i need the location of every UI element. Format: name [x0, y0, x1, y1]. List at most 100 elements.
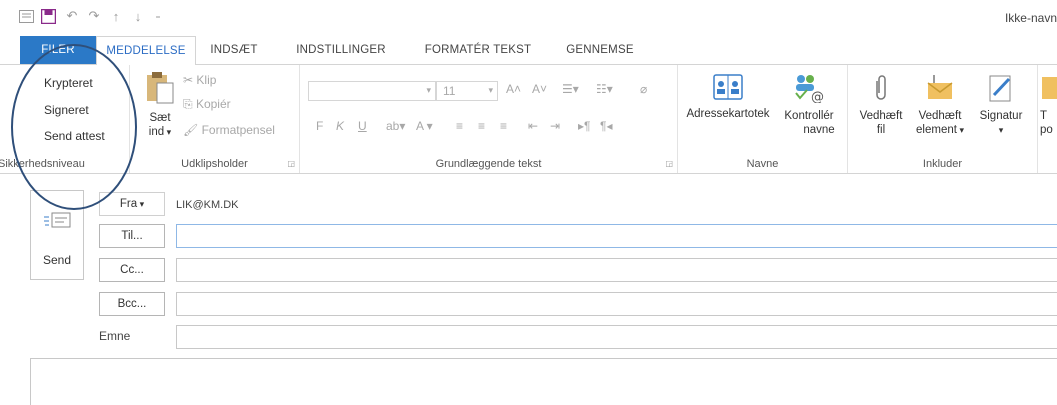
cc-field[interactable]: [176, 258, 1057, 282]
italic-button[interactable]: K: [336, 119, 344, 133]
from-button[interactable]: Fra ▾: [99, 192, 165, 216]
attach-item-label-2: element: [916, 124, 957, 136]
chevron-down-icon: ▾: [488, 85, 493, 95]
address-book-label: Adressekartotek: [686, 108, 770, 120]
previous-item-icon[interactable]: ↑: [108, 8, 124, 24]
cutoff-group: T po: [1038, 65, 1057, 173]
attach-item-button[interactable]: Vedhæft element ▾: [910, 73, 970, 137]
scissors-icon: ✂: [183, 73, 194, 87]
save-icon[interactable]: [40, 8, 56, 24]
attach-item-label-1: Vedhæft: [918, 110, 962, 122]
bcc-button[interactable]: Bcc...: [99, 292, 165, 316]
message-body[interactable]: [30, 358, 1057, 405]
format-painter-icon: 🖌: [183, 123, 199, 137]
tab-message[interactable]: MEDDELELSE: [96, 36, 196, 65]
cutoff-label-2: po: [1040, 124, 1053, 136]
include-group: Vedhæft fil Vedhæft element ▾ Signatur ▾…: [848, 65, 1038, 173]
include-group-label: Inkluder: [922, 158, 963, 170]
basic-text-launcher-icon[interactable]: ◲: [665, 159, 673, 168]
align-left-icon[interactable]: ≡: [456, 119, 463, 133]
check-names-button[interactable]: @ Kontrollér navne: [776, 73, 842, 137]
address-book-button[interactable]: Adressekartotek: [682, 73, 774, 121]
clipboard-group: Sæt ind ▾ ✂ Klip ⎘ Kopiér 🖌 Formatpensel…: [130, 65, 300, 173]
subject-field[interactable]: [176, 325, 1057, 349]
ribbon: Krypteret Signeret Send attest Sikkerhed…: [0, 64, 1057, 174]
from-address: LIK@KM.DK: [176, 199, 239, 211]
check-names-label-2: navne: [803, 124, 835, 136]
increase-indent-icon[interactable]: ⇥: [550, 119, 560, 133]
send-label: Send: [42, 253, 72, 267]
paperclip-icon: [876, 75, 886, 100]
chevron-down-icon: ▾: [426, 85, 431, 95]
cut-button[interactable]: ✂ Klip: [183, 73, 216, 87]
ribbon-tabs: FILER MEDDELELSE INDSÆT INDSTILLINGER FO…: [0, 36, 1057, 65]
format-painter-label: Formatpensel: [201, 123, 275, 137]
to-field[interactable]: [176, 224, 1057, 248]
paste-label-2: ind: [148, 126, 165, 138]
tab-insert[interactable]: INDSÆT: [200, 36, 268, 64]
attach-file-label-1: Vedhæft: [859, 110, 903, 122]
next-item-icon[interactable]: ↓: [130, 8, 146, 24]
highlight-icon[interactable]: ab▾: [386, 119, 405, 133]
basic-text-group-label: Grundlæggende tekst: [435, 158, 542, 170]
names-group: Adressekartotek @ Kontrollér navne Navne: [678, 65, 848, 173]
undo-icon[interactable]: ↶: [64, 8, 80, 24]
font-color-icon[interactable]: A ▾: [416, 119, 433, 133]
ltr-icon[interactable]: ▸¶: [578, 119, 590, 133]
font-size-combo[interactable]: 11 ▾: [436, 81, 498, 101]
align-center-icon[interactable]: ≡: [478, 119, 485, 133]
signature-label: Signatur: [979, 110, 1023, 122]
svg-text:@: @: [811, 90, 824, 103]
signature-icon: [989, 75, 1011, 102]
signature-button[interactable]: Signatur ▾: [972, 73, 1030, 137]
cc-button[interactable]: Cc...: [99, 258, 165, 282]
tab-review[interactable]: GENNEMSE: [556, 36, 644, 64]
grow-font-icon[interactable]: A˄: [506, 82, 521, 96]
decrease-indent-icon[interactable]: ⇤: [528, 119, 538, 133]
tab-file[interactable]: FILER: [20, 36, 96, 64]
bullets-icon[interactable]: ☰▾: [562, 82, 579, 96]
outlook-app-icon[interactable]: [18, 8, 34, 24]
attach-file-button[interactable]: Vedhæft fil: [854, 73, 908, 137]
clipboard-group-label: Udklipsholder: [181, 158, 248, 170]
copy-icon: ⎘: [183, 97, 193, 111]
numbering-icon[interactable]: ☷▾: [596, 82, 613, 96]
align-right-icon[interactable]: ≡: [500, 119, 507, 133]
basic-text-group: ▾ 11 ▾ A˄ A˅ ☰▾ ☷▾ ⌀ F K U ab▾ A ▾ ≡ ≡ ≡…: [300, 65, 678, 173]
subject-label: Emne: [99, 329, 131, 343]
security-group-label: Sikkerhedsniveau: [0, 158, 85, 170]
underline-button[interactable]: U: [358, 119, 367, 133]
attach-file-label-2: fil: [876, 124, 886, 136]
from-label: Fra: [119, 198, 138, 210]
names-group-label: Navne: [746, 158, 779, 170]
chevron-down-icon: ▾: [998, 125, 1004, 135]
cutoff-label-1: T: [1040, 110, 1048, 122]
encrypted-option[interactable]: Krypteret: [44, 76, 93, 90]
clear-formatting-icon[interactable]: ⌀: [640, 82, 647, 96]
font-size-value: 11: [443, 84, 456, 98]
redo-icon[interactable]: ↷: [86, 8, 102, 24]
check-names-icon: @: [795, 75, 824, 103]
copy-button[interactable]: ⎘ Kopiér: [183, 97, 231, 112]
window-title: Ikke-navn: [1004, 11, 1057, 25]
send-icon: [44, 212, 71, 228]
rtl-icon[interactable]: ¶◂: [600, 119, 612, 133]
cutoff-button[interactable]: T po: [1040, 73, 1057, 137]
tab-options[interactable]: INDSTILLINGER: [285, 36, 397, 64]
send-certificate-option[interactable]: Send attest: [44, 129, 105, 143]
font-name-combo[interactable]: ▾: [308, 81, 436, 101]
bcc-field[interactable]: [176, 292, 1057, 316]
bold-button[interactable]: F: [316, 119, 323, 133]
clipboard-launcher-icon[interactable]: ◲: [287, 159, 295, 168]
signed-option[interactable]: Signeret: [44, 103, 89, 117]
send-button[interactable]: Send: [30, 190, 84, 280]
paste-label-1: Sæt: [149, 112, 171, 124]
tab-format-text[interactable]: FORMATÉR TEKST: [412, 36, 544, 64]
format-painter-button[interactable]: 🖌 Formatpensel: [183, 123, 275, 137]
shrink-font-icon[interactable]: A˅: [532, 82, 547, 96]
customize-toolbar-icon[interactable]: ₌: [150, 8, 166, 24]
paste-button[interactable]: Sæt ind ▾: [142, 71, 178, 139]
cut-label: Klip: [196, 73, 217, 87]
to-button[interactable]: Til...: [99, 224, 165, 248]
copy-label: Kopiér: [195, 97, 231, 111]
